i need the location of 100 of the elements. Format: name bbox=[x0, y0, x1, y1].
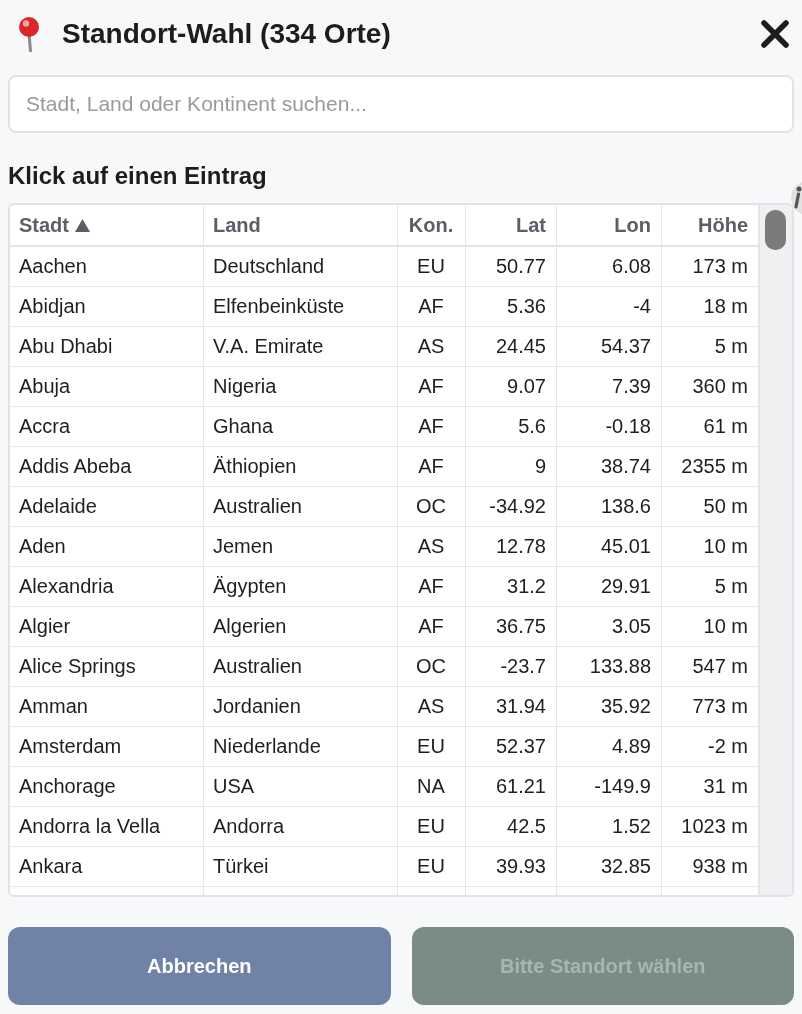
table-row[interactable]: Andorra la Vella Andorra EU 42.5 1.52 1023 m bbox=[10, 807, 759, 847]
table-cell: 42.5 bbox=[466, 807, 557, 846]
table-cell: 35.92 bbox=[557, 687, 662, 726]
table-row[interactable]: Anchorage USA NA 61.21 -149.9 31 m bbox=[10, 767, 759, 807]
close-icon bbox=[761, 20, 789, 48]
table-cell: AF bbox=[398, 447, 466, 486]
table-cell: EU bbox=[398, 247, 466, 286]
table-cell: 38.74 bbox=[557, 447, 662, 486]
table-cell: 36.75 bbox=[466, 607, 557, 646]
table-row[interactable]: Adelaide Australien OC -34.92 138.6 50 m bbox=[10, 487, 759, 527]
table-cell: 7.39 bbox=[557, 367, 662, 406]
column-header[interactable]: Stadt bbox=[10, 205, 204, 245]
table-cell: Ankara bbox=[10, 847, 204, 886]
column-header[interactable]: Lat bbox=[466, 205, 557, 245]
table-cell: 61.21 bbox=[466, 767, 557, 806]
table-cell: Türkei bbox=[204, 847, 398, 886]
table-cell: AS bbox=[398, 527, 466, 566]
table-cell: Elfenbeinküste bbox=[204, 287, 398, 326]
table-cell: Amsterdam bbox=[10, 727, 204, 766]
table-cell: Andorra bbox=[204, 807, 398, 846]
table-cell: Abidjan bbox=[10, 287, 204, 326]
column-header[interactable]: Land bbox=[204, 205, 398, 245]
table-row[interactable]: Accra Ghana AF 5.6 -0.18 61 m bbox=[10, 407, 759, 447]
column-header[interactable]: Lon bbox=[557, 205, 662, 245]
table-cell: Abuja bbox=[10, 367, 204, 406]
table-cell: Alexandria bbox=[10, 567, 204, 606]
table-row[interactable]: Addis Abeba Äthiopien AF 9 38.74 2355 m bbox=[10, 447, 759, 487]
table-cell: USA bbox=[204, 767, 398, 806]
table-cell: AF bbox=[398, 607, 466, 646]
table-cell: Nigeria bbox=[204, 367, 398, 406]
table-cell: OC bbox=[398, 487, 466, 526]
table-cell: 24.45 bbox=[466, 327, 557, 366]
table-cell: 39.93 bbox=[466, 847, 557, 886]
table-cell: 45.01 bbox=[557, 527, 662, 566]
column-header[interactable]: Kon. bbox=[398, 205, 466, 245]
table-cell: Abu Dhabi bbox=[10, 327, 204, 366]
table-cell: Algerien bbox=[204, 607, 398, 646]
table-cell: -4 bbox=[557, 287, 662, 326]
table-cell: 133.88 bbox=[557, 647, 662, 686]
table-cell: Australien bbox=[204, 647, 398, 686]
table-row[interactable]: Abidjan Elfenbeinküste AF 5.36 -4 18 m bbox=[10, 287, 759, 327]
table-row[interactable]: Alexandria Ägypten AF 31.2 29.91 5 m bbox=[10, 567, 759, 607]
table-row[interactable]: Amman Jordanien AS 31.94 35.92 773 m bbox=[10, 687, 759, 727]
table-cell: 5.6 bbox=[466, 407, 557, 446]
table-cell: Anchorage bbox=[10, 767, 204, 806]
table-row[interactable]: Abuja Nigeria AF 9.07 7.39 360 m bbox=[10, 367, 759, 407]
table-cell: AF bbox=[398, 287, 466, 326]
table-cell: 138.6 bbox=[557, 487, 662, 526]
table-cell: Ghana bbox=[204, 407, 398, 446]
table-cell: EU bbox=[398, 727, 466, 766]
table-cell: AS bbox=[398, 327, 466, 366]
table-cell: 50.77 bbox=[466, 247, 557, 286]
table-cell: -0.18 bbox=[557, 407, 662, 446]
table-cell: Deutschland bbox=[204, 247, 398, 286]
table-row[interactable]: Abu Dhabi V.A. Emirate AS 24.45 54.37 5 m bbox=[10, 327, 759, 367]
table-cell: V.A. Emirate bbox=[204, 327, 398, 366]
table-cell: Accra bbox=[10, 407, 204, 446]
table-row[interactable]: Ankara Türkei EU 39.93 32.85 938 m bbox=[10, 847, 759, 887]
table-cell: 31.94 bbox=[466, 687, 557, 726]
table-cell: NA bbox=[398, 767, 466, 806]
table-cell: Aachen bbox=[10, 247, 204, 286]
table-cell: Aden bbox=[10, 527, 204, 566]
table-cell: Algier bbox=[10, 607, 204, 646]
table-cell: Australien bbox=[204, 487, 398, 526]
table-cell: Adelaide bbox=[10, 487, 204, 526]
table-row[interactable]: Aachen Deutschland EU 50.77 6.08 173 m bbox=[10, 247, 759, 287]
table-row[interactable]: Alice Springs Australien OC -23.7 133.88 547 m bbox=[10, 647, 759, 687]
table-row[interactable]: Amsterdam Niederlande EU 52.37 4.89 -2 m bbox=[10, 727, 759, 767]
scrollbar-thumb[interactable] bbox=[765, 210, 786, 250]
table-cell: Andorra la Vella bbox=[10, 807, 204, 846]
table-cell: EU bbox=[398, 847, 466, 886]
info-icon[interactable] bbox=[790, 180, 802, 216]
table-cell: Amman bbox=[10, 687, 204, 726]
table-cell: 54.37 bbox=[557, 327, 662, 366]
table-cell: 31.2 bbox=[466, 567, 557, 606]
table-cell: Niederlande bbox=[204, 727, 398, 766]
table-cell: 1.52 bbox=[557, 807, 662, 846]
table-cell: Alice Springs bbox=[10, 647, 204, 686]
table-cell: Addis Abeba bbox=[10, 447, 204, 486]
table-cell: 6.08 bbox=[557, 247, 662, 286]
table-cell: AF bbox=[398, 567, 466, 606]
table-cell: EU bbox=[398, 807, 466, 846]
table-cell: OC bbox=[398, 647, 466, 686]
table-cell: 5.36 bbox=[466, 287, 557, 326]
table-cell: AS bbox=[398, 687, 466, 726]
table-cell: Jemen bbox=[204, 527, 398, 566]
list-heading: Klick auf einen Eintrag bbox=[8, 161, 268, 191]
table-cell: 9 bbox=[466, 447, 557, 486]
table-cell: 52.37 bbox=[466, 727, 557, 766]
table-cell: Ägypten bbox=[204, 567, 398, 606]
table-row[interactable]: Algier Algerien AF 36.75 3.05 10 m bbox=[10, 607, 759, 647]
table-row[interactable]: Aden Jemen AS 12.78 45.01 10 m bbox=[10, 527, 759, 567]
table-cell: AF bbox=[398, 367, 466, 406]
search-field[interactable]: Stadt, Land oder Kontinent suchen... bbox=[8, 75, 794, 133]
table-cell: -23.7 bbox=[466, 647, 557, 686]
dialog-title: Standort-Wahl (334 Orte) bbox=[62, 18, 391, 50]
cancel-button[interactable]: Abbrechen bbox=[8, 927, 391, 1005]
close-button[interactable] bbox=[760, 19, 790, 49]
table-cell: -149.9 bbox=[557, 767, 662, 806]
table-cell: 3.05 bbox=[557, 607, 662, 646]
